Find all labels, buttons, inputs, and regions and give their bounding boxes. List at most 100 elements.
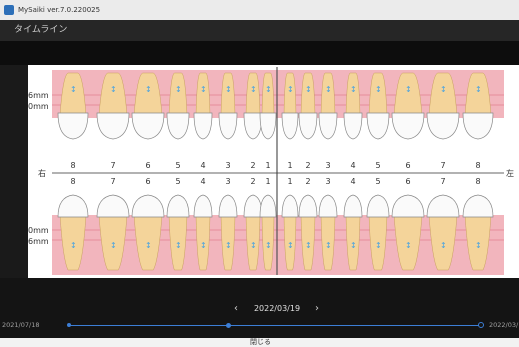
upper-tooth-number: 6 bbox=[145, 161, 150, 170]
upper-tooth-number: 3 bbox=[225, 161, 230, 170]
lower-tooth-crown bbox=[57, 194, 89, 218]
page-header: タイムライン bbox=[0, 20, 519, 41]
lower-tooth-number: 3 bbox=[325, 177, 330, 186]
app-icon bbox=[4, 5, 14, 15]
upper-tooth-crown bbox=[366, 112, 390, 140]
lower-6mm-label: 6mm bbox=[28, 237, 49, 246]
close-button[interactable]: 閉じる bbox=[250, 337, 271, 347]
upper-tooth-crown bbox=[259, 112, 277, 140]
previous-date-button[interactable]: ‹ bbox=[229, 302, 243, 316]
lower-tooth-number: 3 bbox=[225, 177, 230, 186]
upper-tooth-crown bbox=[243, 112, 263, 140]
lower-tooth-number: 1 bbox=[287, 177, 292, 186]
lower-arrow-icon: ↕ bbox=[145, 241, 152, 250]
timeline-start-label: 2021/07/18 bbox=[2, 321, 40, 329]
upper-arrow-icon: ↕ bbox=[325, 85, 332, 94]
upper-tooth-crown bbox=[343, 112, 363, 140]
left-side-label: 左 bbox=[506, 168, 514, 178]
upper-tooth-root bbox=[345, 72, 361, 116]
upper-tooth-number: 6 bbox=[405, 161, 410, 170]
lower-tooth-numbers: 8 7 6 5 4 3 2 1 1 2 3 4 5 6 7 8 bbox=[70, 177, 480, 186]
upper-tooth-crown bbox=[57, 112, 89, 140]
upper-tooth-crown bbox=[281, 112, 299, 140]
lower-arrow-icon: ↕ bbox=[375, 241, 382, 250]
upper-tooth-root bbox=[320, 72, 336, 116]
upper-arrow-icon: ↕ bbox=[250, 85, 257, 94]
dental-chart-panel: ↕ ↕ ↕ ↕ ↕ ↕ ↕ ↕ ↕ ↕ ↕ ↕ ↕ ↕ ↕ ↕ ↕ ↕ ↕ ↕ ↕ ↕ ↕ ↕ ↕ ↕ ↕ ↕ ↕ ↕ ↕ ↕ 6mm 0m… bbox=[28, 65, 519, 278]
lower-tooth-number: 6 bbox=[145, 177, 150, 186]
upper-tooth-crown bbox=[298, 112, 318, 140]
lower-tooth-number: 5 bbox=[175, 177, 180, 186]
upper-tooth-crown bbox=[426, 112, 460, 140]
timeline-current-marker[interactable] bbox=[478, 322, 484, 328]
lower-arrow-icon: ↕ bbox=[250, 241, 257, 250]
upper-tooth-number: 1 bbox=[265, 161, 270, 170]
lower-tooth-crown bbox=[259, 194, 277, 218]
lower-arrow-icon: ↕ bbox=[110, 241, 117, 250]
next-date-button[interactable]: › bbox=[310, 302, 324, 316]
timeline-mid-marker[interactable] bbox=[226, 323, 231, 328]
lower-tooth-crown bbox=[426, 194, 460, 218]
upper-tooth-crown bbox=[131, 112, 165, 140]
upper-tooth-number: 2 bbox=[250, 161, 255, 170]
lower-0mm-label: 0mm bbox=[28, 226, 49, 235]
upper-arrow-icon: ↕ bbox=[375, 85, 382, 94]
upper-0mm-label: 0mm bbox=[28, 102, 49, 111]
lower-arrow-icon: ↕ bbox=[405, 241, 412, 250]
upper-tooth-number: 5 bbox=[175, 161, 180, 170]
lower-tooth-number: 4 bbox=[350, 177, 355, 186]
upper-arrow-icon: ↕ bbox=[350, 85, 357, 94]
upper-arrow-icon: ↕ bbox=[287, 85, 294, 94]
lower-arrow-icon: ↕ bbox=[325, 241, 332, 250]
title-bar: MySaiki ver.7.0.220025 bbox=[0, 0, 519, 20]
lower-tooth-crown bbox=[96, 194, 130, 218]
upper-arrow-icon: ↕ bbox=[145, 85, 152, 94]
upper-6mm-label: 6mm bbox=[28, 91, 49, 100]
lower-tooth-crown bbox=[391, 194, 425, 218]
upper-arrow-icon: ↕ bbox=[225, 85, 232, 94]
upper-tooth-crown bbox=[462, 112, 494, 140]
lower-tooth-crown bbox=[343, 194, 363, 218]
lower-arrow-icon: ↕ bbox=[305, 241, 312, 250]
lower-tooth-crown bbox=[318, 194, 338, 218]
lower-arrow-icon: ↕ bbox=[350, 241, 357, 250]
lower-tooth-number: 6 bbox=[405, 177, 410, 186]
timeline-track[interactable] bbox=[70, 325, 480, 326]
date-navigator: ‹ 2022/03/19 › bbox=[0, 300, 519, 318]
current-date: 2022/03/19 bbox=[253, 304, 301, 313]
footer-bar: 閉じる bbox=[0, 338, 519, 347]
upper-arrow-icon: ↕ bbox=[405, 85, 412, 94]
right-side-label: 右 bbox=[38, 168, 46, 178]
upper-tooth-number: 4 bbox=[200, 161, 205, 170]
lower-tooth-crown bbox=[298, 194, 318, 218]
upper-tooth-crown bbox=[391, 112, 425, 140]
upper-arrow-icon: ↕ bbox=[175, 85, 182, 94]
lower-tooth-crown bbox=[281, 194, 299, 218]
upper-tooth-root bbox=[300, 72, 316, 116]
upper-tooth-number: 3 bbox=[325, 161, 330, 170]
timeline-slider: 2021/07/18 2022/03/19 bbox=[0, 318, 519, 332]
upper-arrow-icon: ↕ bbox=[305, 85, 312, 94]
header-spacer bbox=[0, 41, 519, 65]
upper-tooth-root bbox=[261, 72, 275, 116]
lower-arrow-icon: ↕ bbox=[225, 241, 232, 250]
timeline-start-marker[interactable] bbox=[67, 323, 71, 327]
window-title: MySaiki ver.7.0.220025 bbox=[18, 6, 101, 14]
lower-tooth-crown bbox=[243, 194, 263, 218]
lower-tooth-number: 2 bbox=[305, 177, 310, 186]
upper-tooth-crown bbox=[318, 112, 338, 140]
upper-arrow-icon: ↕ bbox=[70, 85, 77, 94]
lower-arrow-icon: ↕ bbox=[265, 241, 272, 250]
upper-tooth-number: 2 bbox=[305, 161, 310, 170]
lower-tooth-crown bbox=[131, 194, 165, 218]
upper-arrow-icon: ↕ bbox=[200, 85, 207, 94]
lower-tooth-number: 4 bbox=[200, 177, 205, 186]
upper-tooth-crown bbox=[218, 112, 238, 140]
dental-chart: ↕ ↕ ↕ ↕ ↕ ↕ ↕ ↕ ↕ ↕ ↕ ↕ ↕ ↕ ↕ ↕ ↕ ↕ ↕ ↕ ↕ ↕ ↕ ↕ ↕ ↕ ↕ ↕ ↕ ↕ ↕ ↕ 6mm 0m… bbox=[28, 67, 514, 275]
upper-tooth-crown bbox=[193, 112, 213, 140]
lower-tooth-number: 2 bbox=[250, 177, 255, 186]
upper-arrow-icon: ↕ bbox=[110, 85, 117, 94]
upper-arrow-icon: ↕ bbox=[265, 85, 272, 94]
lower-tooth-number: 8 bbox=[475, 177, 480, 186]
lower-tooth-number: 5 bbox=[375, 177, 380, 186]
